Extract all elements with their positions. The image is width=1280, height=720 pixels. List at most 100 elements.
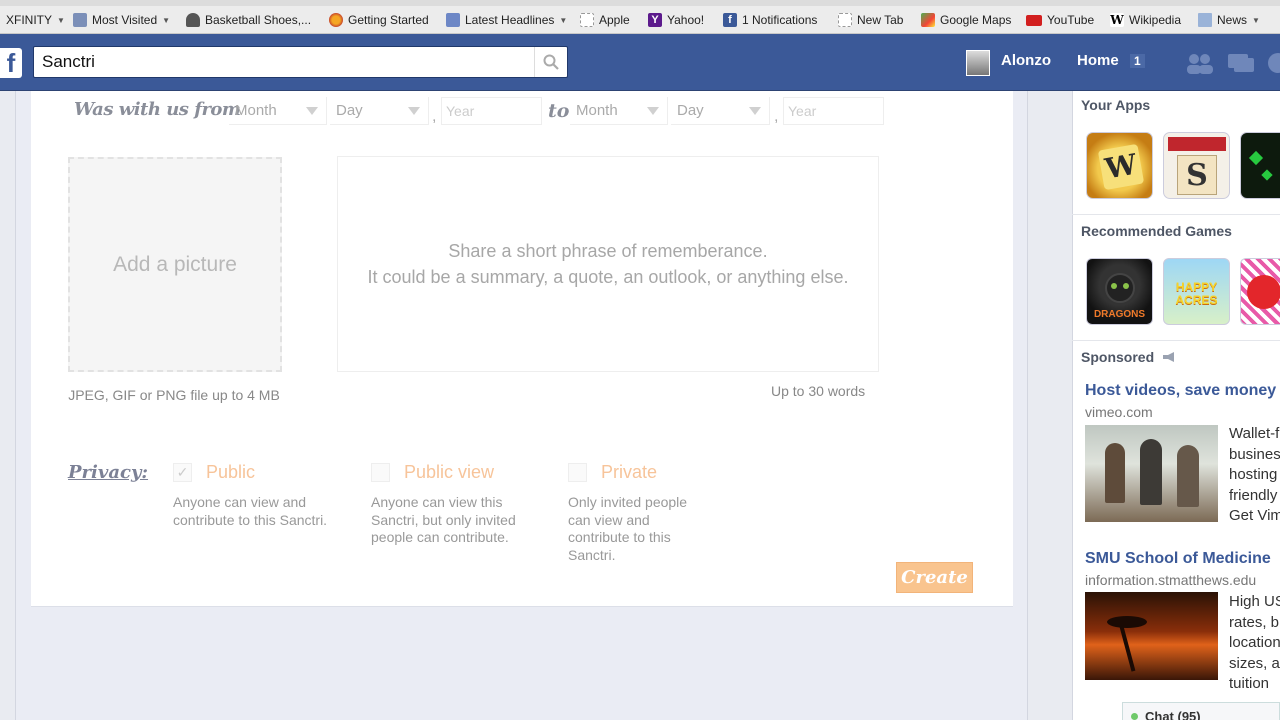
your-apps-heading: Your Apps: [1081, 97, 1151, 113]
from-month-select[interactable]: Month: [229, 97, 327, 125]
yahoo-icon: Y: [648, 13, 662, 27]
maps-icon: [921, 13, 935, 27]
scrabble-icon[interactable]: S: [1163, 132, 1230, 199]
happy-acres-icon[interactable]: HAPPY ACRES: [1163, 258, 1230, 325]
bookmark-yahoo[interactable]: Y Yahoo!: [648, 12, 704, 28]
private-option-title[interactable]: Private: [601, 462, 657, 483]
ad-image[interactable]: [1085, 592, 1218, 680]
chevron-down-icon: [408, 107, 420, 115]
ad-title[interactable]: SMU School of Medicine: [1085, 550, 1271, 568]
bookmark-getting-started[interactable]: Getting Started: [329, 12, 429, 28]
candy-icon[interactable]: [1240, 258, 1280, 325]
divider: [1072, 214, 1280, 215]
public-option-title[interactable]: Public: [206, 462, 255, 483]
bookmark-news[interactable]: News ▼: [1198, 12, 1260, 28]
ad-title[interactable]: Host videos, save money: [1085, 382, 1276, 400]
public-option-description: Anyone can view and contribute to this S…: [173, 494, 328, 528]
ad-url[interactable]: vimeo.com: [1085, 404, 1153, 420]
bookmark-latest-headlines[interactable]: Latest Headlines ▼: [446, 12, 567, 28]
dragons-icon[interactable]: DRAGONS: [1086, 258, 1153, 325]
chevron-down-icon: ▼: [1252, 15, 1260, 25]
chat-label: Chat (95): [1145, 709, 1201, 720]
bookmark-youtube[interactable]: YouTube: [1026, 12, 1094, 28]
bookmark-label: Yahoo!: [667, 13, 705, 27]
messages-icon[interactable]: [1226, 52, 1256, 74]
public-view-option-title[interactable]: Public view: [404, 462, 494, 483]
was-with-us-label: Was with us from: [74, 99, 241, 120]
ad-text-line: friendly: [1229, 486, 1278, 504]
page-icon: [838, 13, 852, 27]
from-day-value: Day: [336, 102, 363, 119]
chevron-down-icon: [647, 107, 659, 115]
megaphone-icon[interactable]: [1162, 351, 1176, 363]
facebook-header: f Alonzo Home 1: [0, 34, 1280, 91]
to-day-select[interactable]: Day: [671, 97, 770, 125]
home-link[interactable]: Home: [1077, 52, 1119, 69]
private-checkbox[interactable]: [568, 463, 587, 482]
public-view-checkbox[interactable]: [371, 463, 390, 482]
bookmark-label: Wikipedia: [1129, 13, 1182, 27]
dragons-logo-text: DRAGONS: [1093, 309, 1146, 320]
shoe-icon: [186, 13, 200, 27]
search-input[interactable]: [42, 50, 522, 74]
avatar[interactable]: [966, 50, 990, 76]
private-option-description: Only invited people can view and contrib…: [568, 494, 688, 563]
bookmark-apple[interactable]: Apple: [580, 12, 630, 28]
bookmark-label: Basketball Shoes,...: [205, 13, 312, 27]
bookmark-google-maps[interactable]: Google Maps: [921, 12, 1011, 28]
bookmark-label: Google Maps: [940, 13, 1012, 27]
tab-strip-edge: [0, 0, 1280, 6]
date-separator: ,: [432, 108, 437, 125]
bookmark-label: Apple: [599, 13, 630, 27]
bookmark-notifications[interactable]: f 1 Notifications: [723, 12, 817, 28]
word-limit-hint: Up to 30 words: [771, 383, 866, 399]
facebook-logo[interactable]: f: [0, 48, 22, 78]
ad-url[interactable]: information.stmatthews.edu: [1085, 572, 1256, 588]
words-with-friends-icon[interactable]: W: [1086, 132, 1153, 199]
folder-icon: [1198, 13, 1212, 27]
phrase-textarea[interactable]: Share a short phrase of rememberance. It…: [337, 156, 879, 372]
bookmark-xfinity[interactable]: XFINITY ▼: [6, 12, 65, 28]
ad-text-line: Wallet-f: [1229, 425, 1280, 442]
date-separator: ,: [774, 108, 779, 125]
bookmark-most-visited[interactable]: Most Visited ▼: [73, 12, 170, 28]
search-icon: [543, 54, 559, 70]
bookmark-label: YouTube: [1047, 13, 1095, 27]
chevron-down-icon: [749, 107, 761, 115]
notifications-icon[interactable]: [1266, 52, 1280, 74]
facebook-icon: f: [723, 13, 737, 27]
from-month-value: Month: [235, 102, 277, 119]
from-day-select[interactable]: Day: [330, 97, 429, 125]
bookmark-new-tab[interactable]: New Tab: [838, 12, 903, 28]
privacy-label: Privacy:: [68, 462, 149, 483]
public-checkbox[interactable]: ✓: [173, 463, 192, 482]
ad-text-line: tuition: [1229, 675, 1270, 693]
friend-requests-icon[interactable]: [1184, 52, 1214, 74]
to-label: to: [548, 100, 570, 122]
chevron-down-icon: ▼: [559, 15, 568, 25]
profile-link[interactable]: Alonzo: [1001, 52, 1051, 69]
ad-image[interactable]: [1085, 425, 1218, 522]
online-status-icon: [1131, 713, 1138, 720]
ad-text-line: sizes, a: [1229, 654, 1280, 672]
firefox-icon: [329, 13, 343, 27]
youtube-icon: [1026, 14, 1042, 26]
search-button[interactable]: [534, 47, 567, 77]
from-year-input[interactable]: Year: [441, 97, 542, 125]
bookmark-label: Getting Started: [348, 13, 429, 27]
create-button[interactable]: Create: [896, 562, 973, 593]
phrase-placeholder: Share a short phrase of rememberance. It…: [367, 241, 849, 287]
recommended-games-heading: Recommended Games: [1081, 223, 1232, 239]
sponsored-heading: Sponsored: [1081, 349, 1176, 365]
rss-icon: [446, 13, 460, 27]
to-year-input[interactable]: Year: [783, 97, 884, 125]
sponsored-label: Sponsored: [1081, 349, 1155, 365]
add-picture-dropzone[interactable]: Add a picture: [68, 157, 282, 372]
bookmark-wikipedia[interactable]: W Wikipedia: [1110, 12, 1181, 28]
bookmark-basketball-shoes[interactable]: Basketball Shoes,...: [186, 12, 311, 28]
to-month-select[interactable]: Month: [570, 97, 668, 125]
divider: [1072, 340, 1280, 341]
chat-bar[interactable]: Chat (95): [1122, 702, 1280, 720]
ad-text-line: hosting: [1229, 466, 1278, 484]
green-app-icon[interactable]: [1240, 132, 1280, 199]
